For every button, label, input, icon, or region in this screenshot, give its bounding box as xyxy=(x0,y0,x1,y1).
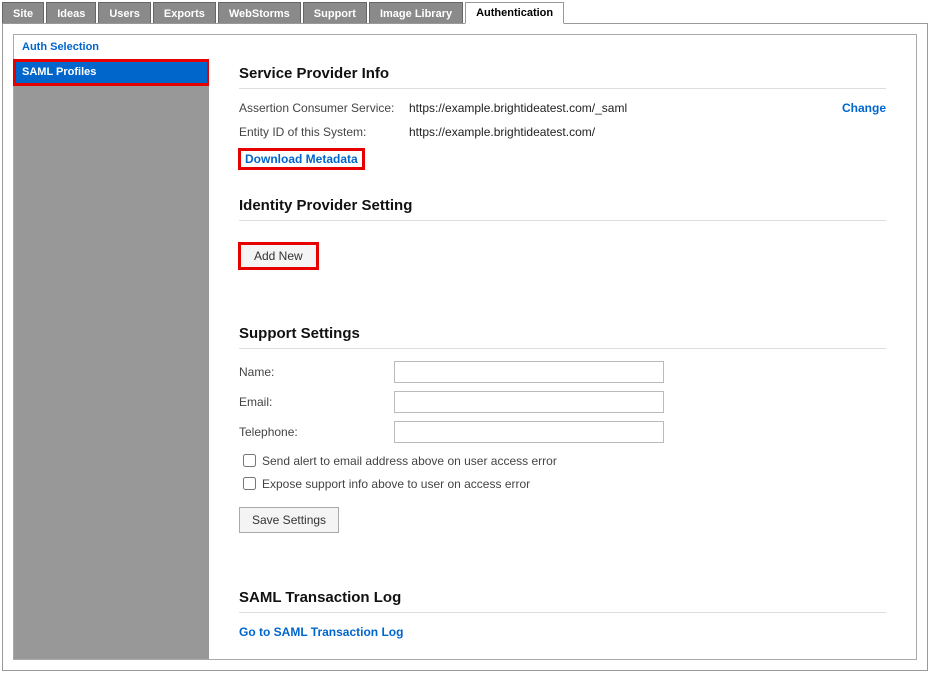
inner-panel: Auth Selection SAML Profiles Service Pro… xyxy=(13,34,917,660)
button-save-settings[interactable]: Save Settings xyxy=(239,507,339,533)
label-cb-alert: Send alert to email address above on use… xyxy=(262,454,557,468)
label-name: Name: xyxy=(239,365,394,379)
link-download-metadata[interactable]: Download Metadata xyxy=(239,149,364,169)
tab-site[interactable]: Site xyxy=(2,2,44,24)
input-telephone[interactable] xyxy=(394,421,664,443)
link-saml-transaction-log[interactable]: Go to SAML Transaction Log xyxy=(239,625,403,639)
value-entity-id: https://example.brightideatest.com/ xyxy=(409,125,886,139)
row-cb-alert: Send alert to email address above on use… xyxy=(239,451,886,470)
link-change[interactable]: Change xyxy=(842,101,886,115)
row-name: Name: xyxy=(239,361,886,383)
label-cb-expose: Expose support info above to user on acc… xyxy=(262,477,530,491)
input-email[interactable] xyxy=(394,391,664,413)
button-add-new[interactable]: Add New xyxy=(239,243,318,269)
heading-service-provider-info: Service Provider Info xyxy=(239,65,886,82)
label-entity-id: Entity ID of this System: xyxy=(239,125,409,139)
tab-ideas[interactable]: Ideas xyxy=(46,2,96,24)
top-tabs: Site Ideas Users Exports WebStorms Suppo… xyxy=(2,2,928,24)
input-name[interactable] xyxy=(394,361,664,383)
row-cb-expose: Expose support info above to user on acc… xyxy=(239,474,886,493)
divider xyxy=(239,348,886,349)
value-acs: https://example.brightideatest.com/_saml xyxy=(409,101,842,115)
tab-webstorms[interactable]: WebStorms xyxy=(218,2,301,24)
heading-identity-provider-setting: Identity Provider Setting xyxy=(239,197,886,214)
row-entity-id: Entity ID of this System: https://exampl… xyxy=(239,125,886,139)
label-telephone: Telephone: xyxy=(239,425,394,439)
row-acs: Assertion Consumer Service: https://exam… xyxy=(239,101,886,115)
sidebar-item-saml-profiles[interactable]: SAML Profiles xyxy=(14,60,209,85)
divider xyxy=(239,220,886,221)
sidebar: Auth Selection SAML Profiles xyxy=(14,35,209,659)
checkbox-send-alert[interactable] xyxy=(243,454,256,467)
heading-saml-transaction-log: SAML Transaction Log xyxy=(239,589,886,606)
tab-exports[interactable]: Exports xyxy=(153,2,216,24)
label-acs: Assertion Consumer Service: xyxy=(239,101,409,115)
tab-image-library[interactable]: Image Library xyxy=(369,2,463,24)
tab-users[interactable]: Users xyxy=(98,2,151,24)
heading-support-settings: Support Settings xyxy=(239,325,886,342)
main-panel: Auth Selection SAML Profiles Service Pro… xyxy=(2,23,928,671)
tab-authentication[interactable]: Authentication xyxy=(465,2,564,24)
divider xyxy=(239,88,886,89)
tab-support[interactable]: Support xyxy=(303,2,367,24)
content: Service Provider Info Assertion Consumer… xyxy=(209,35,916,659)
label-email: Email: xyxy=(239,395,394,409)
row-telephone: Telephone: xyxy=(239,421,886,443)
row-email: Email: xyxy=(239,391,886,413)
divider xyxy=(239,612,886,613)
sidebar-item-auth-selection[interactable]: Auth Selection xyxy=(14,35,209,60)
checkbox-expose-info[interactable] xyxy=(243,477,256,490)
